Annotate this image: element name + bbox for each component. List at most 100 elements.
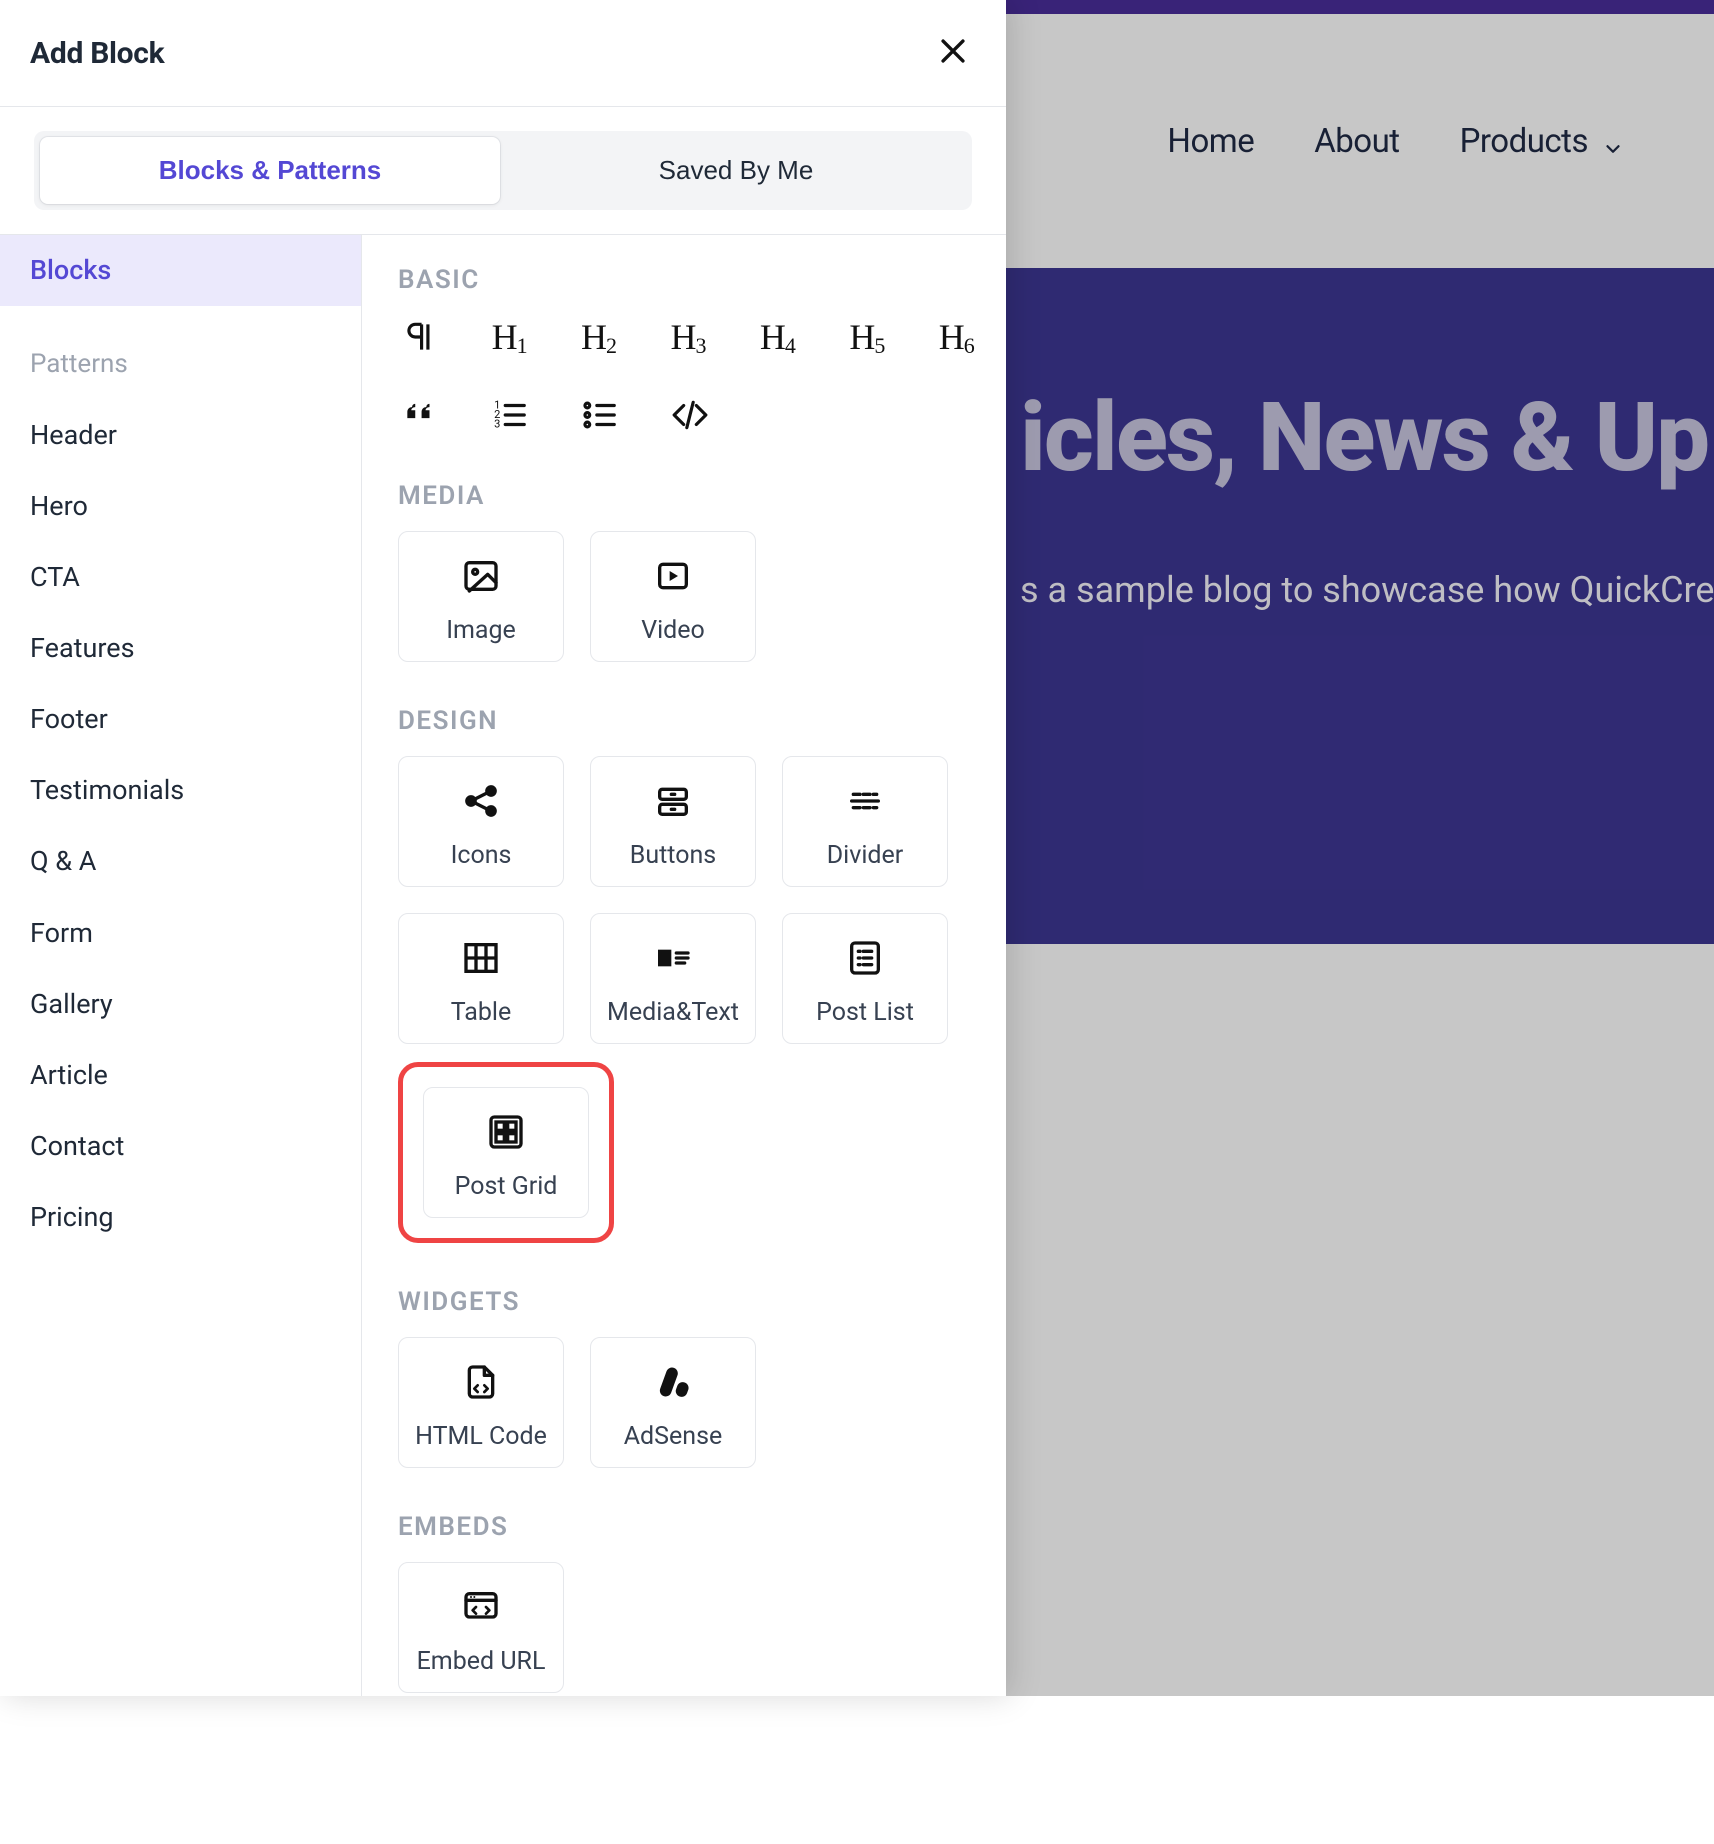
media-text-icon (653, 936, 693, 980)
tab-blocks-patterns[interactable]: Blocks & Patterns (40, 137, 500, 204)
block-h4[interactable]: H4 (756, 315, 799, 359)
h6-icon: H6 (939, 319, 974, 355)
share-icon (461, 779, 501, 823)
block-h2[interactable]: H2 (577, 315, 620, 359)
block-post-list[interactable]: Post List (782, 913, 948, 1044)
image-icon (461, 554, 501, 598)
sidebar-item-testimonials[interactable]: Testimonials (0, 755, 361, 826)
section-design: DESIGN Icons Buttons (398, 706, 978, 1243)
block-html-code[interactable]: HTML Code (398, 1337, 564, 1468)
panel-body: Blocks Patterns Header Hero CTA Features… (0, 235, 1006, 1696)
table-icon (461, 936, 501, 980)
block-divider[interactable]: Divider (782, 756, 948, 887)
sidebar-item-qa[interactable]: Q & A (0, 826, 361, 897)
block-paragraph[interactable] (398, 315, 441, 359)
block-h6[interactable]: H6 (935, 315, 978, 359)
quote-icon (401, 396, 439, 434)
section-basic-title: BASIC (398, 265, 978, 295)
block-quote[interactable] (398, 393, 442, 437)
divider-icon (845, 779, 885, 823)
svg-text:3: 3 (494, 418, 500, 431)
block-post-list-label: Post List (816, 998, 914, 1027)
sidebar-item-hero[interactable]: Hero (0, 471, 361, 542)
sidebar-item-cta[interactable]: CTA (0, 542, 361, 613)
section-design-title: DESIGN (398, 706, 978, 736)
panel-title: Add Block (30, 36, 164, 71)
block-icons-label: Icons (451, 841, 512, 870)
html-code-icon (461, 1360, 501, 1404)
sidebar-heading-patterns: Patterns (0, 330, 361, 400)
block-buttons[interactable]: Buttons (590, 756, 756, 887)
section-embeds: EMBEDS Embed URL (398, 1512, 978, 1693)
block-post-grid[interactable]: Post Grid (423, 1087, 589, 1218)
hero-subtitle: s a sample blog to showcase how QuickCre (1020, 569, 1714, 611)
tab-saved-by-me[interactable]: Saved By Me (506, 137, 966, 204)
highlight-post-grid: Post Grid (398, 1062, 614, 1243)
block-post-grid-label: Post Grid (455, 1172, 558, 1201)
tab-container: Blocks & Patterns Saved By Me (0, 107, 1006, 235)
nav-home[interactable]: Home (1167, 122, 1254, 161)
block-divider-label: Divider (827, 841, 904, 870)
buttons-icon (653, 779, 693, 823)
block-adsense-label: AdSense (624, 1422, 722, 1451)
h4-icon: H4 (760, 319, 795, 355)
block-h3[interactable]: H3 (666, 315, 709, 359)
block-video-label: Video (641, 616, 705, 645)
sidebar-item-footer[interactable]: Footer (0, 684, 361, 755)
basic-row-1: H1 H2 H3 H4 H5 H6 (398, 315, 978, 359)
block-embed-url-label: Embed URL (417, 1647, 546, 1676)
block-media-text[interactable]: Media&Text (590, 913, 756, 1044)
section-widgets-title: WIDGETS (398, 1287, 978, 1317)
block-h1[interactable]: H1 (487, 315, 530, 359)
close-button[interactable] (930, 28, 976, 78)
hero-title: icles, News & Up (1020, 388, 1714, 489)
section-media: MEDIA Image Video (398, 481, 978, 662)
block-icons[interactable]: Icons (398, 756, 564, 887)
nav-products[interactable]: Products (1460, 122, 1624, 161)
sidebar-item-pricing[interactable]: Pricing (0, 1182, 361, 1253)
content-area: BASIC H1 H2 H3 H4 H5 H6 (362, 235, 1006, 1696)
section-media-title: MEDIA (398, 481, 978, 511)
basic-row-2: 123 (398, 393, 978, 437)
adsense-icon (653, 1360, 693, 1404)
sidebar-item-article[interactable]: Article (0, 1040, 361, 1111)
block-code[interactable] (668, 393, 712, 437)
code-icon (671, 396, 709, 434)
block-media-text-label: Media&Text (607, 998, 739, 1027)
block-image-label: Image (446, 616, 516, 645)
sidebar-item-contact[interactable]: Contact (0, 1111, 361, 1182)
sidebar-item-header[interactable]: Header (0, 400, 361, 471)
ordered-list-icon: 123 (491, 396, 529, 434)
h1-icon: H1 (492, 319, 527, 355)
sidebar-item-features[interactable]: Features (0, 613, 361, 684)
block-adsense[interactable]: AdSense (590, 1337, 756, 1468)
block-html-code-label: HTML Code (415, 1422, 547, 1451)
sidebar-item-blocks[interactable]: Blocks (0, 235, 361, 306)
video-icon (653, 554, 693, 598)
chevron-down-icon (1602, 130, 1624, 152)
block-image[interactable]: Image (398, 531, 564, 662)
block-embed-url[interactable]: Embed URL (398, 1562, 564, 1693)
block-table-label: Table (451, 998, 512, 1027)
h5-icon: H5 (849, 319, 884, 355)
block-h5[interactable]: H5 (845, 315, 888, 359)
block-ordered-list[interactable]: 123 (488, 393, 532, 437)
embed-url-icon (461, 1585, 501, 1629)
add-block-panel: Add Block Blocks & Patterns Saved By Me … (0, 0, 1006, 1696)
panel-header: Add Block (0, 0, 1006, 107)
close-icon (936, 34, 970, 68)
post-grid-icon (486, 1110, 526, 1154)
post-list-icon (845, 936, 885, 980)
sidebar-item-gallery[interactable]: Gallery (0, 969, 361, 1040)
unordered-list-icon (581, 396, 619, 434)
nav-about[interactable]: About (1314, 122, 1399, 161)
h3-icon: H3 (670, 319, 705, 355)
section-widgets: WIDGETS HTML Code AdSense (398, 1287, 978, 1468)
block-unordered-list[interactable] (578, 393, 622, 437)
block-buttons-label: Buttons (630, 841, 716, 870)
block-video[interactable]: Video (590, 531, 756, 662)
sidebar-item-form[interactable]: Form (0, 898, 361, 969)
sidebar: Blocks Patterns Header Hero CTA Features… (0, 235, 362, 1696)
block-table[interactable]: Table (398, 913, 564, 1044)
nav-products-label: Products (1460, 122, 1588, 161)
